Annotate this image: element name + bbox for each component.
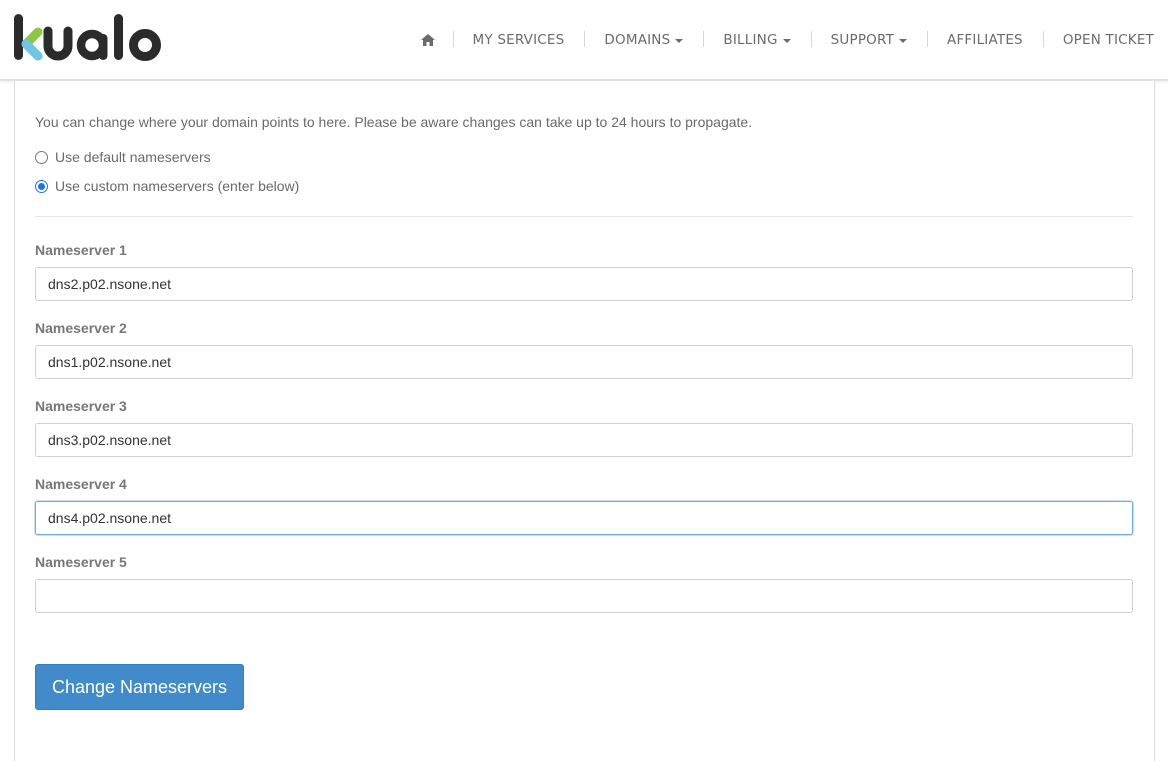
nameserver-4-label: Nameserver 4 (35, 476, 127, 492)
radio-button[interactable] (35, 150, 48, 164)
nav-label: SUPPORT (830, 31, 895, 48)
nav-label: BILLING (723, 31, 778, 48)
nav-billing[interactable]: BILLING (703, 0, 810, 79)
intro-text: You can change where your domain points … (35, 114, 753, 130)
nav-home[interactable] (401, 0, 453, 79)
nav-label: AFFILIATES (947, 31, 1023, 48)
nameserver-5-input[interactable] (35, 579, 1133, 613)
nav-support[interactable]: SUPPORT (810, 0, 927, 79)
nav-label: DOMAINS (604, 31, 671, 48)
radio-label: Use custom nameservers (enter below) (55, 178, 300, 194)
nav-my-services[interactable]: MY SERVICES (452, 0, 585, 79)
nameserver-1-input[interactable] (35, 267, 1133, 301)
nameserver-3-label: Nameserver 3 (35, 398, 127, 414)
nav-label: OPEN TICKET (1062, 31, 1154, 48)
caret-down-icon (675, 38, 684, 43)
nameserver-5-label: Nameserver 5 (35, 554, 127, 570)
home-icon (420, 33, 435, 46)
nameserver-panel: You can change where your domain points … (14, 81, 1155, 761)
nameserver-2-label: Nameserver 2 (35, 320, 127, 336)
site-header: MY SERVICES DOMAINS BILLING SUPPORT AFFI… (0, 0, 1168, 81)
divider (35, 216, 1133, 217)
nameserver-2-input[interactable] (35, 345, 1133, 379)
nameserver-1-label: Nameserver 1 (35, 242, 127, 258)
main-nav: MY SERVICES DOMAINS BILLING SUPPORT AFFI… (401, 0, 1168, 79)
nav-domains[interactable]: DOMAINS (584, 0, 703, 79)
change-nameservers-button[interactable]: Change Nameservers (35, 664, 244, 710)
nav-affiliates[interactable]: AFFILIATES (927, 0, 1043, 79)
nav-label: MY SERVICES (472, 31, 565, 48)
nav-open-ticket[interactable]: OPEN TICKET (1042, 0, 1168, 79)
nameserver-4-input[interactable] (35, 501, 1133, 535)
nameserver-3-input[interactable] (35, 423, 1133, 457)
kualo-logo[interactable] (12, 14, 167, 62)
radio-label: Use default nameservers (55, 149, 211, 165)
radio-default-nameservers[interactable]: Use default nameservers (35, 149, 211, 165)
radio-custom-nameservers[interactable]: Use custom nameservers (enter below) (35, 178, 299, 194)
radio-button-selected[interactable] (35, 179, 48, 193)
caret-down-icon (899, 38, 908, 43)
caret-down-icon (782, 38, 791, 43)
